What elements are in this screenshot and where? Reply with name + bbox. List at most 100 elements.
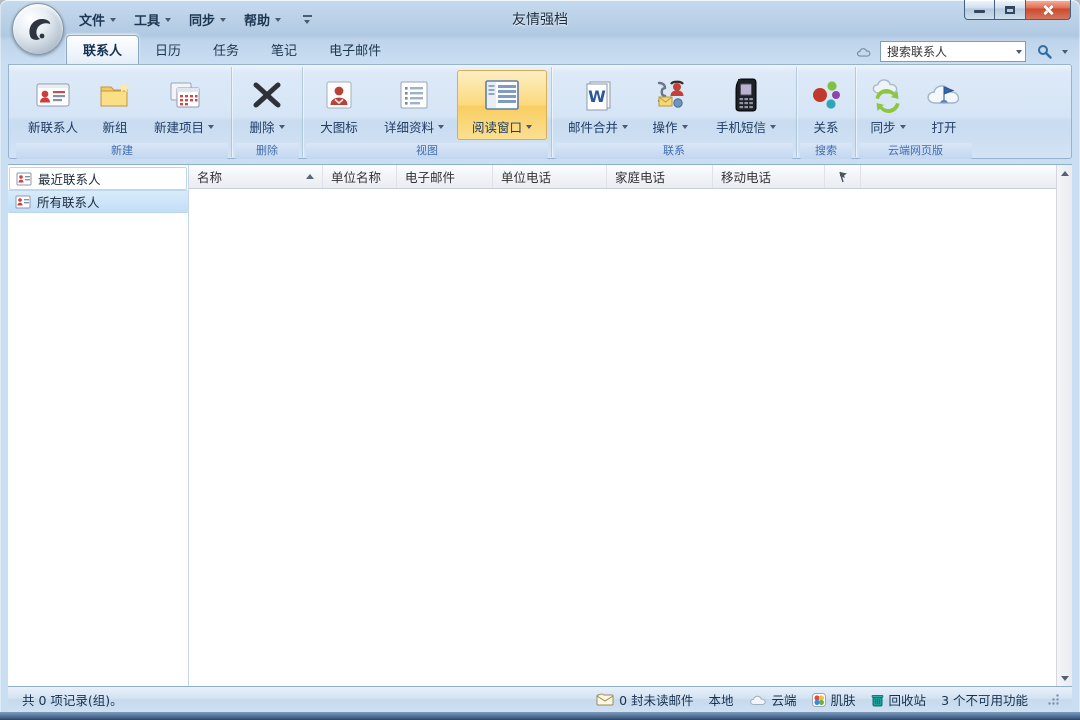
details-label: 详细资料 xyxy=(384,117,434,136)
column-header-flag[interactable] xyxy=(825,165,861,188)
details-button[interactable]: 详细资料 xyxy=(372,70,456,140)
scroll-down-button[interactable] xyxy=(1057,670,1072,686)
open-button[interactable]: 打开 xyxy=(917,70,971,140)
local-status[interactable]: 本地 xyxy=(709,690,734,709)
close-button[interactable] xyxy=(1026,0,1071,20)
window-title: 友情强档 xyxy=(0,9,1080,29)
search-box xyxy=(880,41,1026,62)
new-item-calendar-icon xyxy=(165,76,203,114)
ribbon-group-contact: W 邮件合并 xyxy=(552,67,797,157)
column-header-name[interactable]: 名称 xyxy=(189,165,323,188)
sidebar-item-recent-contacts[interactable]: 最近联系人 xyxy=(9,167,187,190)
unread-mail-label: 0 封未读邮件 xyxy=(619,690,693,709)
status-bar: 共 0 项记录(组)。 0 封未读邮件 本地 云端 xyxy=(8,686,1072,712)
relations-button[interactable]: 关系 xyxy=(801,70,851,140)
cloud-icon xyxy=(749,694,767,706)
column-header-work-phone[interactable]: 单位电话 xyxy=(493,165,607,188)
sidebar-item-all-contacts[interactable]: 所有联系人 xyxy=(8,190,188,213)
ribbon-group-search: 关系 搜索 xyxy=(797,67,856,157)
close-icon xyxy=(1042,5,1054,15)
contacts-grid: 名称 单位名称 电子邮件 单位电话 家庭电话 xyxy=(189,165,1056,686)
window-controls xyxy=(964,0,1071,20)
grid-body-empty[interactable] xyxy=(189,189,1056,686)
mail-merge-button[interactable]: W 邮件合并 xyxy=(556,70,640,140)
resize-grip[interactable] xyxy=(1047,693,1060,706)
search-input[interactable] xyxy=(887,45,1016,59)
group-label-search: 搜索 xyxy=(800,143,852,159)
scroll-up-button[interactable] xyxy=(1057,165,1072,181)
title-bar: 文件 工具 同步 帮助 友情强档 xyxy=(0,0,1080,38)
chevron-down-icon xyxy=(279,125,285,129)
search-scope-dropdown-icon[interactable] xyxy=(1016,50,1022,54)
chevron-down-icon xyxy=(438,125,444,129)
column-header-filler xyxy=(861,165,1056,188)
envelope-icon xyxy=(596,693,614,706)
svg-text:W: W xyxy=(588,87,606,106)
sms-button[interactable]: 手机短信 xyxy=(700,70,792,140)
actions-label: 操作 xyxy=(652,117,677,136)
group-label-delete: 删除 xyxy=(235,143,299,159)
sync-button[interactable]: 同步 xyxy=(860,70,916,140)
unread-mail-status[interactable]: 0 封未读邮件 xyxy=(596,690,693,709)
column-header-email[interactable]: 电子邮件 xyxy=(397,165,493,188)
sort-ascending-icon xyxy=(306,174,314,179)
vertical-scrollbar[interactable] xyxy=(1056,165,1072,686)
tab-notes[interactable]: 笔记 xyxy=(255,36,313,64)
actions-phone-icon xyxy=(651,76,689,114)
ribbon: 新联系人 新组 xyxy=(8,64,1072,159)
tab-calendar[interactable]: 日历 xyxy=(139,36,197,64)
new-contact-button[interactable]: 新联系人 xyxy=(17,70,89,140)
window-bottom-edge xyxy=(0,712,1080,720)
local-label: 本地 xyxy=(709,690,734,709)
delete-button[interactable]: 删除 xyxy=(236,70,298,140)
mail-merge-word-icon: W xyxy=(580,76,616,114)
search-button[interactable] xyxy=(1032,41,1056,62)
status-right-cluster: 0 封未读邮件 本地 云端 肌肤 xyxy=(596,690,1066,709)
sidebar-item-label: 所有联系人 xyxy=(37,192,100,211)
actions-button[interactable]: 操作 xyxy=(641,70,699,140)
ribbon-group-view: 大图标 xyxy=(303,67,552,157)
skin-status[interactable]: 肌肤 xyxy=(812,690,856,709)
main-area: 最近联系人 所有联系人 名称 xyxy=(8,164,1072,686)
disabled-features-label: 3 个不可用功能 xyxy=(941,690,1028,709)
maximize-button[interactable] xyxy=(995,0,1026,20)
new-contact-card-icon xyxy=(34,76,72,114)
new-item-button[interactable]: 新建项目 xyxy=(141,70,227,140)
disabled-features-status[interactable]: 3 个不可用功能 xyxy=(941,690,1028,709)
minimize-icon xyxy=(974,10,985,13)
chevron-down-icon xyxy=(622,125,628,129)
column-header-mobile-phone[interactable]: 移动电话 xyxy=(713,165,825,188)
chevron-down-icon xyxy=(900,125,906,129)
tab-email[interactable]: 电子邮件 xyxy=(313,36,397,64)
column-label: 单位电话 xyxy=(501,167,551,186)
sidebar-item-label: 最近联系人 xyxy=(38,169,101,188)
recycle-bin-label: 回收站 xyxy=(889,690,927,709)
new-group-button[interactable]: 新组 xyxy=(90,70,140,140)
search-options-dropdown-icon[interactable] xyxy=(1062,50,1068,54)
tab-tasks[interactable]: 任务 xyxy=(197,36,255,64)
app-logo-icon xyxy=(21,12,57,48)
reading-pane-button[interactable]: 阅读窗口 xyxy=(457,70,547,140)
tab-contacts[interactable]: 联系人 xyxy=(66,35,139,64)
recycle-bin-status[interactable]: 回收站 xyxy=(871,690,927,709)
app-logo[interactable] xyxy=(12,3,64,55)
large-icons-button[interactable]: 大图标 xyxy=(307,70,371,140)
cloud-icon xyxy=(856,46,874,58)
open-label: 打开 xyxy=(931,117,956,136)
sms-cellphone-icon xyxy=(733,76,759,114)
relations-bubbles-icon xyxy=(808,76,844,114)
column-header-company[interactable]: 单位名称 xyxy=(323,165,397,188)
ribbon-group-delete: 删除 删除 xyxy=(232,67,303,157)
triangle-up-icon xyxy=(1061,171,1069,176)
group-label-new: 新建 xyxy=(16,143,228,159)
minimize-button[interactable] xyxy=(964,0,995,20)
new-group-folder-icon xyxy=(97,76,133,114)
group-label-view: 视图 xyxy=(306,143,548,159)
column-header-home-phone[interactable]: 家庭电话 xyxy=(607,165,713,188)
grid-header-row: 名称 单位名称 电子邮件 单位电话 家庭电话 xyxy=(189,165,1056,189)
skin-label: 肌肤 xyxy=(831,690,856,709)
new-contact-label: 新联系人 xyxy=(28,117,78,136)
triangle-down-icon xyxy=(1061,676,1069,681)
cloud-status[interactable]: 云端 xyxy=(749,690,797,709)
group-label-cloud: 云端网页版 xyxy=(859,143,972,159)
